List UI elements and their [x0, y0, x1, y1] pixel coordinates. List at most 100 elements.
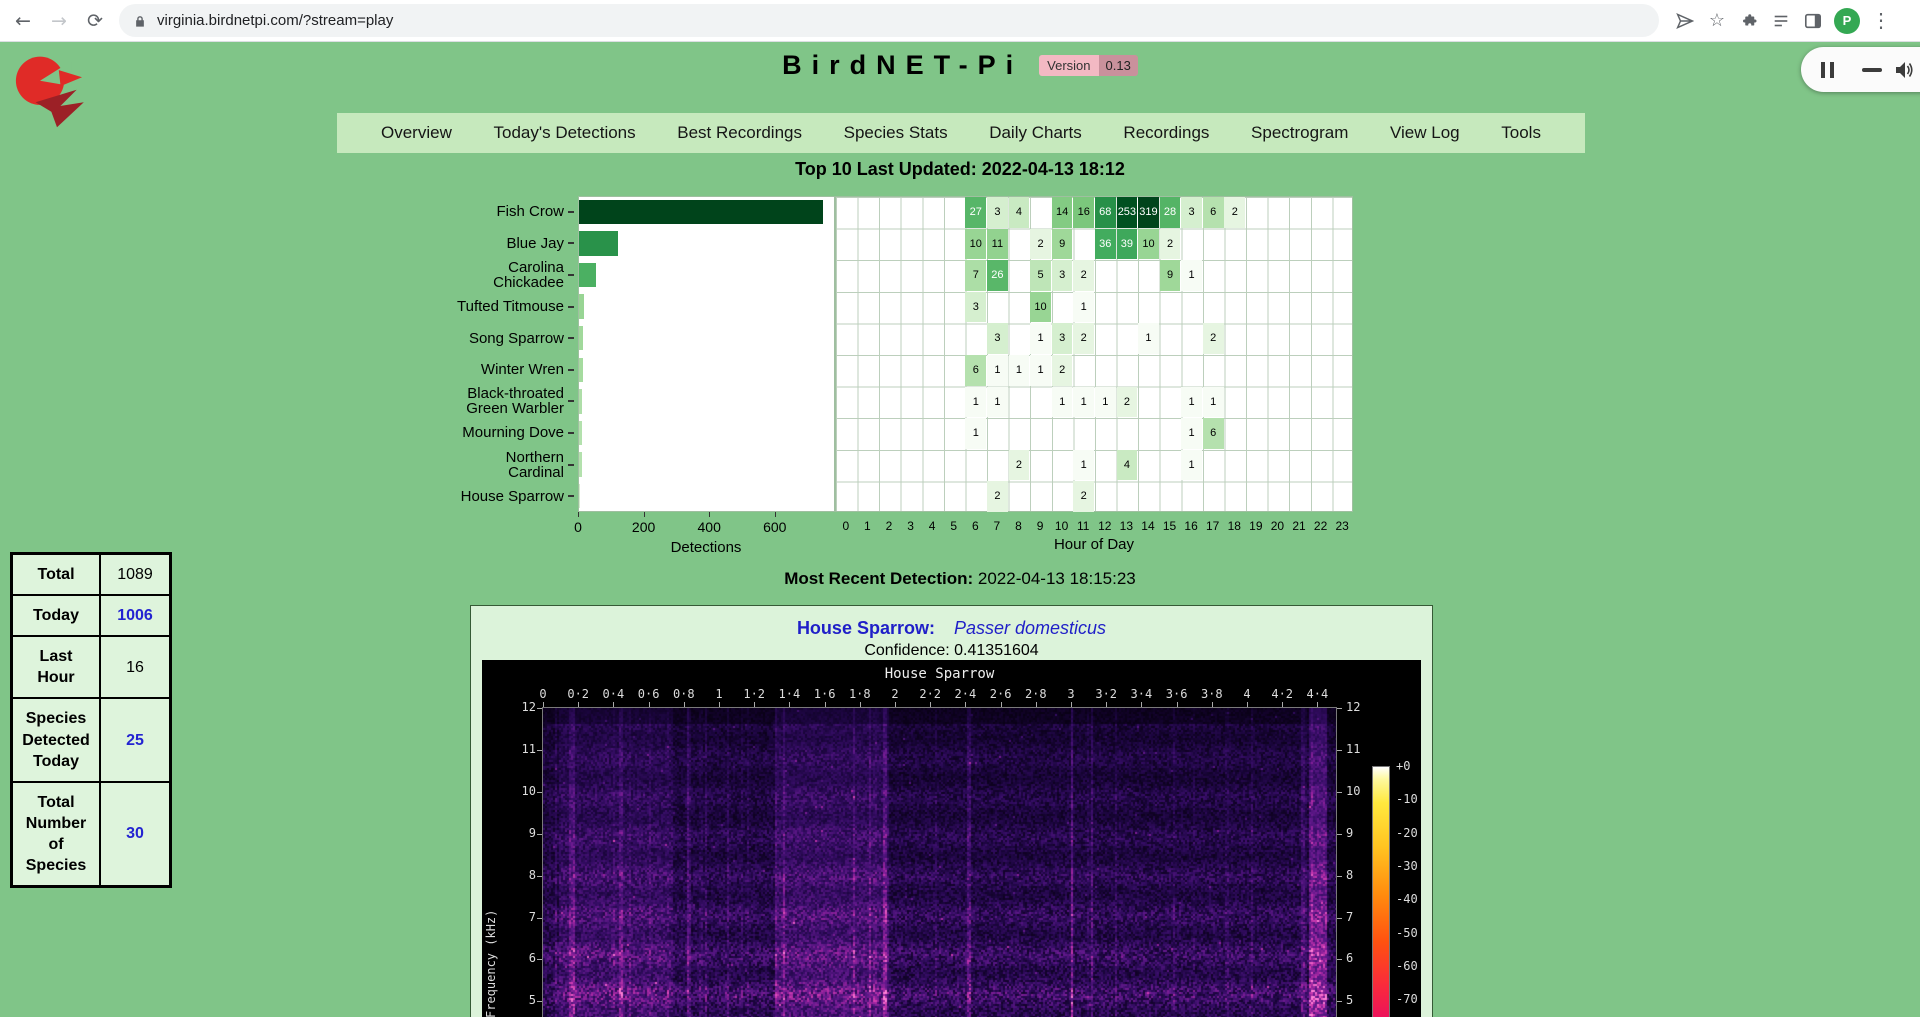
chart-y-tick	[568, 495, 574, 497]
heatmap-cell: 3	[1181, 197, 1202, 228]
heatmap-cell: 36	[1095, 229, 1116, 260]
chart-species-label: Winter Wren	[318, 354, 564, 386]
chart-species-label: Northern Cardinal	[318, 449, 564, 481]
heatmap-cell: 2	[1203, 323, 1224, 354]
spectrogram-x-tick	[1036, 702, 1037, 707]
hour-tick-label: 7	[987, 519, 1007, 533]
spectrogram-x-tick	[649, 702, 650, 707]
bar-x-tick	[578, 512, 579, 517]
bar-x-tick-label: 200	[624, 519, 664, 535]
spectrogram-x-tick	[1071, 702, 1072, 707]
heatmap-cell: 2	[1160, 229, 1181, 260]
spectrogram-x-tick-label: 2·4	[955, 687, 977, 701]
spectrogram-y-tick-label: 9	[1346, 826, 1376, 840]
chart-y-tick	[568, 337, 574, 339]
spectrogram-x-tick	[1247, 702, 1248, 707]
url-bar[interactable]: virginia.birdnetpi.com/?stream=play	[119, 4, 1659, 37]
chart-species-label: House Sparrow	[318, 480, 564, 512]
chart-species-label: Carolina Chickadee	[318, 259, 564, 291]
heatmap-cell: 3	[1052, 323, 1073, 354]
hour-tick-label: 6	[965, 519, 985, 533]
recent-detection-label: Most Recent Detection:	[784, 569, 973, 588]
spectrogram-x-tick	[578, 702, 579, 707]
hour-tick-label: 0	[836, 519, 856, 533]
spectrogram-x-tick	[1001, 702, 1002, 707]
forward-button[interactable]: →	[42, 4, 76, 38]
detection-confidence: Confidence: 0.41351604	[471, 642, 1432, 660]
spectrogram-y-tick	[537, 834, 542, 835]
heatmap-cell: 2	[1009, 450, 1030, 481]
spectrogram-x-tick-label: 3·4	[1131, 687, 1153, 701]
spectrogram-x-tick-label: 4·4	[1307, 687, 1329, 701]
bar-axis-label: Detections	[606, 539, 806, 556]
heatmap-cell: 39	[1117, 229, 1138, 260]
hour-tick-label: 18	[1224, 519, 1244, 533]
side-panel-icon[interactable]	[1797, 5, 1829, 37]
spectrogram-x-tick	[1282, 702, 1283, 707]
spectrogram-y-tick	[1337, 708, 1342, 709]
top10-chart: Detections Hour of Day Fish CrowBlue Jay…	[0, 42, 1920, 602]
heatmap-cell: 1	[965, 387, 986, 418]
hour-tick-label: 11	[1073, 519, 1093, 533]
heatmap-cell: 3	[987, 323, 1008, 354]
heatmap-cell: 1	[1181, 450, 1202, 481]
spectrogram-x-tick	[1317, 702, 1318, 707]
spectrogram-y-tick-label: 11	[500, 742, 536, 756]
heatmap-cell: 9	[1160, 260, 1181, 291]
stats-value[interactable]: 30	[100, 782, 171, 887]
chart-species-label: Blue Jay	[318, 228, 564, 260]
detections-bar	[579, 231, 618, 256]
heatmap-cell: 11	[987, 229, 1008, 260]
heatmap-cell: 9	[1052, 229, 1073, 260]
profile-avatar[interactable]: P	[1834, 8, 1860, 34]
detection-species: House Sparrow:	[797, 618, 935, 638]
toolbar-actions: ☆ P ⋮	[1669, 5, 1897, 37]
chart-y-tick	[568, 211, 574, 213]
hour-tick-label: 20	[1267, 519, 1287, 533]
heatmap-cell: 4	[1009, 197, 1030, 228]
spectrogram-y-tick	[1337, 750, 1342, 751]
detections-bar	[579, 294, 584, 319]
heatmap-cell: 1	[987, 387, 1008, 418]
bar-x-tick-label: 400	[689, 519, 729, 535]
spectrogram-y-tick-label: 8	[500, 868, 536, 882]
send-icon[interactable]	[1669, 5, 1701, 37]
spectrogram-x-tick-label: 0·4	[603, 687, 625, 701]
spectrogram-x-tick-label: 3·8	[1201, 687, 1223, 701]
spectrogram-y-tick	[537, 708, 542, 709]
stats-value[interactable]: 25	[100, 698, 171, 781]
spectrogram-y-tick-label: 10	[1346, 784, 1376, 798]
hour-tick-label: 21	[1289, 519, 1309, 533]
heatmap-cell: 2	[1117, 387, 1138, 418]
heatmap-cell: 319	[1138, 197, 1159, 228]
detections-bar	[579, 452, 582, 477]
spectrogram-x-tick	[1212, 702, 1213, 707]
heatmap-cell: 1	[1073, 292, 1094, 323]
reload-button[interactable]: ⟳	[78, 4, 112, 38]
chart-y-tick	[568, 306, 574, 308]
confidence-label: Confidence:	[864, 642, 949, 659]
spectrogram-x-tick	[1141, 702, 1142, 707]
chart-y-tick	[568, 369, 574, 371]
recent-detection-time: 2022-04-13 18:15:23	[978, 569, 1136, 588]
heatmap-cell: 1	[1073, 387, 1094, 418]
spectrogram-y-tick	[1337, 918, 1342, 919]
stats-value[interactable]: 1006	[100, 595, 171, 636]
browser-menu-icon[interactable]: ⋮	[1865, 5, 1897, 37]
reading-list-icon[interactable]	[1765, 5, 1797, 37]
heatmap-cell: 1	[1073, 450, 1094, 481]
heatmap-cell: 4	[1117, 450, 1138, 481]
recent-detection-line: Most Recent Detection: 2022-04-13 18:15:…	[0, 569, 1920, 589]
spectrogram-x-tick	[684, 702, 685, 707]
heatmap-cell: 2	[1073, 481, 1094, 512]
birdnet-pi-page: BirdNET-Pi Version0.13 OverviewToday's D…	[0, 42, 1920, 1017]
hour-tick-label: 13	[1116, 519, 1136, 533]
spectrogram-x-tick-label: 0	[539, 687, 546, 701]
extensions-icon[interactable]	[1733, 5, 1765, 37]
spectrogram-x-tick	[965, 702, 966, 707]
back-button[interactable]: ←	[6, 4, 40, 38]
colorbar-label: -40	[1396, 892, 1418, 906]
bookmark-star-icon[interactable]: ☆	[1701, 5, 1733, 37]
spectrogram-y-tick-label: 9	[500, 826, 536, 840]
spectrogram-y-tick	[537, 959, 542, 960]
